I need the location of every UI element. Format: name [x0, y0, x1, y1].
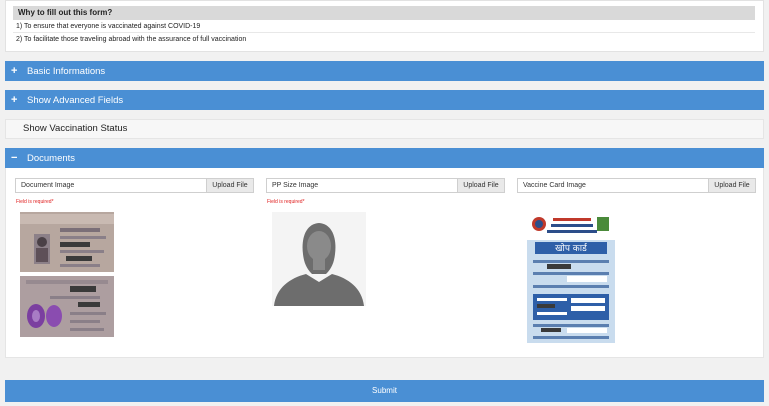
vaccine-card-heading: खोप कार्ड [555, 242, 588, 254]
section-advanced-fields[interactable]: + Show Advanced Fields [5, 90, 764, 110]
vaccine-card-image-field[interactable]: Vaccine Card Image Upload File [517, 178, 756, 193]
pp-size-image-preview [272, 212, 366, 306]
plus-icon: + [11, 65, 18, 77]
document-image-preview [20, 212, 114, 337]
vaccine-card-image-upload-button[interactable]: Upload File [708, 179, 755, 192]
vaccine-card-image-preview: खोप कार्ड [527, 212, 615, 343]
section-label: Show Advanced Fields [27, 95, 124, 106]
why-line-1: 1) To ensure that everyone is vaccinated… [13, 20, 755, 33]
section-vaccination-status[interactable]: Show Vaccination Status [5, 119, 764, 139]
section-basic-informations[interactable]: + Basic Informations [5, 61, 764, 81]
submit-button[interactable]: Submit [5, 380, 764, 402]
document-image-required: Field is required* [16, 199, 54, 205]
documents-panel: Document Image Upload File Field is requ… [5, 168, 764, 358]
document-image-field[interactable]: Document Image Upload File [15, 178, 254, 193]
pp-size-image-column: PP Size Image Upload File Field is requi… [266, 178, 505, 205]
vaccine-card-image-input[interactable]: Vaccine Card Image [518, 179, 708, 192]
section-label: Basic Informations [27, 66, 106, 77]
why-card: Why to fill out this form? 1) To ensure … [5, 0, 764, 52]
pp-size-image-input[interactable]: PP Size Image [267, 179, 457, 192]
pp-size-image-upload-button[interactable]: Upload File [457, 179, 504, 192]
why-line-2: 2) To facilitate those traveling abroad … [16, 36, 247, 43]
plus-icon: + [11, 94, 18, 106]
minus-icon: − [11, 152, 18, 164]
vaccine-card-image-column: Vaccine Card Image Upload File [517, 178, 756, 193]
document-image-column: Document Image Upload File Field is requ… [15, 178, 254, 205]
why-title: Why to fill out this form? [13, 6, 755, 20]
pp-size-image-required: Field is required* [267, 199, 305, 205]
document-image-upload-button[interactable]: Upload File [206, 179, 253, 192]
section-label: Documents [27, 153, 76, 164]
section-documents[interactable]: − Documents [5, 148, 764, 168]
pp-size-image-field[interactable]: PP Size Image Upload File [266, 178, 505, 193]
document-image-input[interactable]: Document Image [16, 179, 206, 192]
